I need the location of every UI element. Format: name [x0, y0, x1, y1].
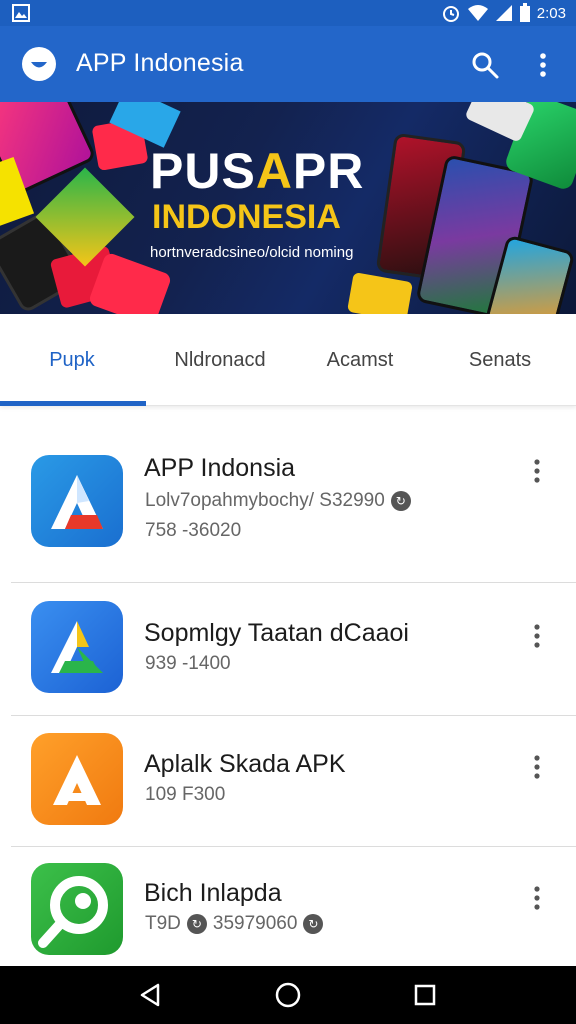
bich-icon	[31, 863, 123, 955]
recents-icon[interactable]	[410, 980, 440, 1010]
list-item[interactable]: Aplalk Skada APK 109 F300	[0, 716, 576, 846]
system-nav-bar	[0, 966, 576, 1024]
gallery-icon	[12, 4, 30, 22]
app-meta: T9D ↻ 35979060 ↻	[145, 913, 329, 935]
home-icon[interactable]	[273, 980, 303, 1010]
wifi-icon	[467, 5, 488, 21]
banner-tagline: hortnveradcsineo/olcid noming	[150, 244, 354, 261]
verified-icon: ↻	[390, 490, 411, 511]
tab-acamst[interactable]: Acamst	[288, 314, 432, 406]
verified-icon: ↻	[303, 913, 324, 934]
banner-subtitle: INDONESIA	[152, 198, 341, 236]
app-meta: 939 -1400	[145, 653, 231, 674]
tab-nldronacd[interactable]: Nldronacd	[148, 314, 292, 406]
status-icons: 2:03	[441, 3, 566, 23]
app-name: Aplalk Skada APK	[144, 750, 346, 778]
app-logo-icon	[22, 47, 56, 81]
more-vert-icon[interactable]	[526, 752, 548, 782]
active-tab-indicator	[0, 401, 146, 406]
tab-pupk[interactable]: Pupk	[0, 314, 144, 406]
app-indonsia-icon	[31, 455, 123, 547]
aplalk-icon	[31, 733, 123, 825]
status-bar: 2:03	[0, 0, 576, 26]
signal-icon	[495, 5, 512, 21]
status-time: 2:03	[536, 4, 566, 22]
app-title: APP Indonesia	[76, 49, 244, 77]
banner-title: PUSAPR	[150, 143, 365, 199]
app-meta: Lolv7opahmybochy/ S32990 ↻	[145, 490, 417, 512]
app-name: Sopmlgy Taatan dCaaoi	[144, 619, 409, 647]
promo-banner[interactable]: PUSAPR INDONESIA hortnveradcsineo/olcid …	[0, 102, 576, 314]
app-name: Bich Inlapda	[144, 879, 282, 907]
more-vert-icon[interactable]	[526, 883, 548, 913]
more-vert-icon[interactable]	[530, 50, 556, 80]
tab-bar: Pupk Nldronacd Acamst Senats	[0, 314, 576, 406]
search-icon[interactable]	[470, 50, 500, 80]
back-icon[interactable]	[136, 980, 166, 1010]
app-name: APP Indonsia	[144, 454, 296, 482]
list-item[interactable]: Bich Inlapda T9D ↻ 35979060 ↻	[0, 847, 576, 966]
battery-icon	[519, 3, 530, 22]
list-item[interactable]: APP Indonsia Lolv7opahmybochy/ S32990 ↻ 7…	[0, 420, 576, 582]
app-bar: APP Indonesia	[0, 26, 576, 102]
verified-icon: ↻	[186, 913, 207, 934]
more-vert-icon[interactable]	[526, 456, 548, 486]
app-tile-illustration	[346, 272, 414, 314]
more-vert-icon[interactable]	[526, 621, 548, 651]
tab-senats[interactable]: Senats	[428, 314, 572, 406]
app-meta: 109 F300	[145, 784, 226, 805]
sopmlgy-icon	[31, 601, 123, 693]
app-meta-secondary: 758 -36020	[145, 520, 242, 541]
list-item[interactable]: Sopmlgy Taatan dCaaoi 939 -1400	[0, 583, 576, 715]
alarm-icon	[442, 6, 459, 22]
